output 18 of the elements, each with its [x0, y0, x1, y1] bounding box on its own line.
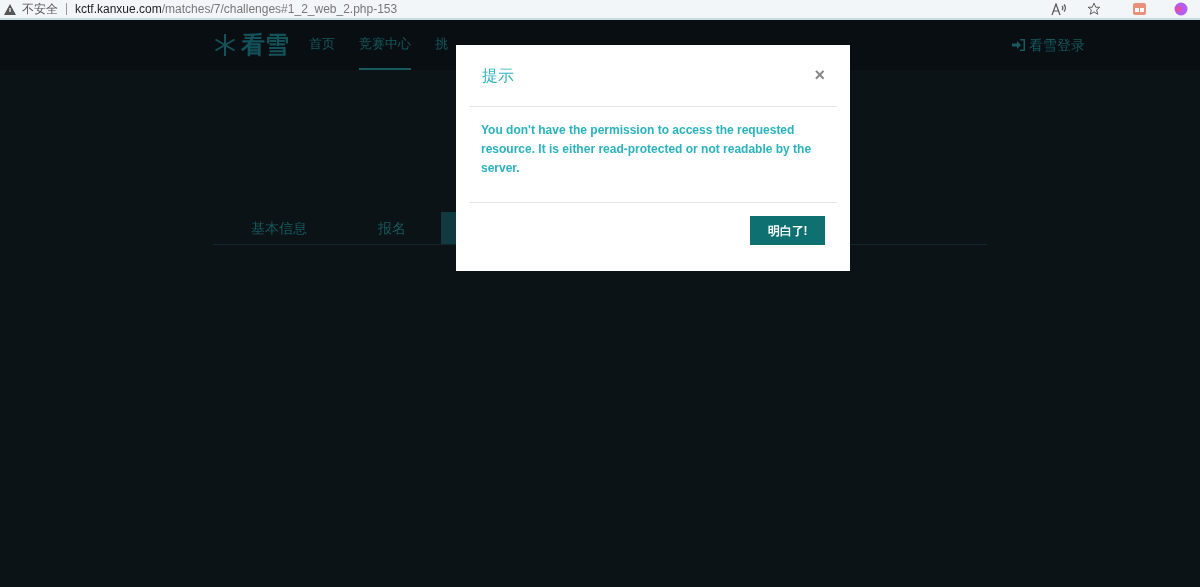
close-button[interactable]: ×: [814, 62, 825, 89]
login-link[interactable]: 看雪登录: [1012, 34, 1085, 56]
nav-link[interactable]: 竞赛中心: [359, 20, 411, 70]
snowflake-icon: [213, 33, 237, 57]
nav-link[interactable]: 挑: [435, 20, 448, 70]
read-aloud-icon[interactable]: [1051, 2, 1067, 16]
tab[interactable]: 基本信息: [251, 212, 377, 244]
url-text[interactable]: kctf.kanxue.com/matches/7/challenges#1_2_web_2.php-153: [75, 0, 398, 18]
dialog-message: You don't have the permission to access the requested resource. It is either read-protected or not readable by the server.: [481, 122, 813, 177]
star-icon[interactable]: [1087, 2, 1101, 16]
logo-text[interactable]: 看雪: [241, 27, 289, 63]
login-icon: [1012, 39, 1025, 51]
security-label: 不安全: [22, 1, 58, 18]
warning-icon: [4, 3, 16, 15]
dialog-title: 提示: [482, 64, 514, 87]
confirm-button[interactable]: 明白了!: [750, 216, 825, 245]
nav-link[interactable]: 首页: [309, 20, 335, 70]
tab[interactable]: 报名: [377, 212, 441, 244]
